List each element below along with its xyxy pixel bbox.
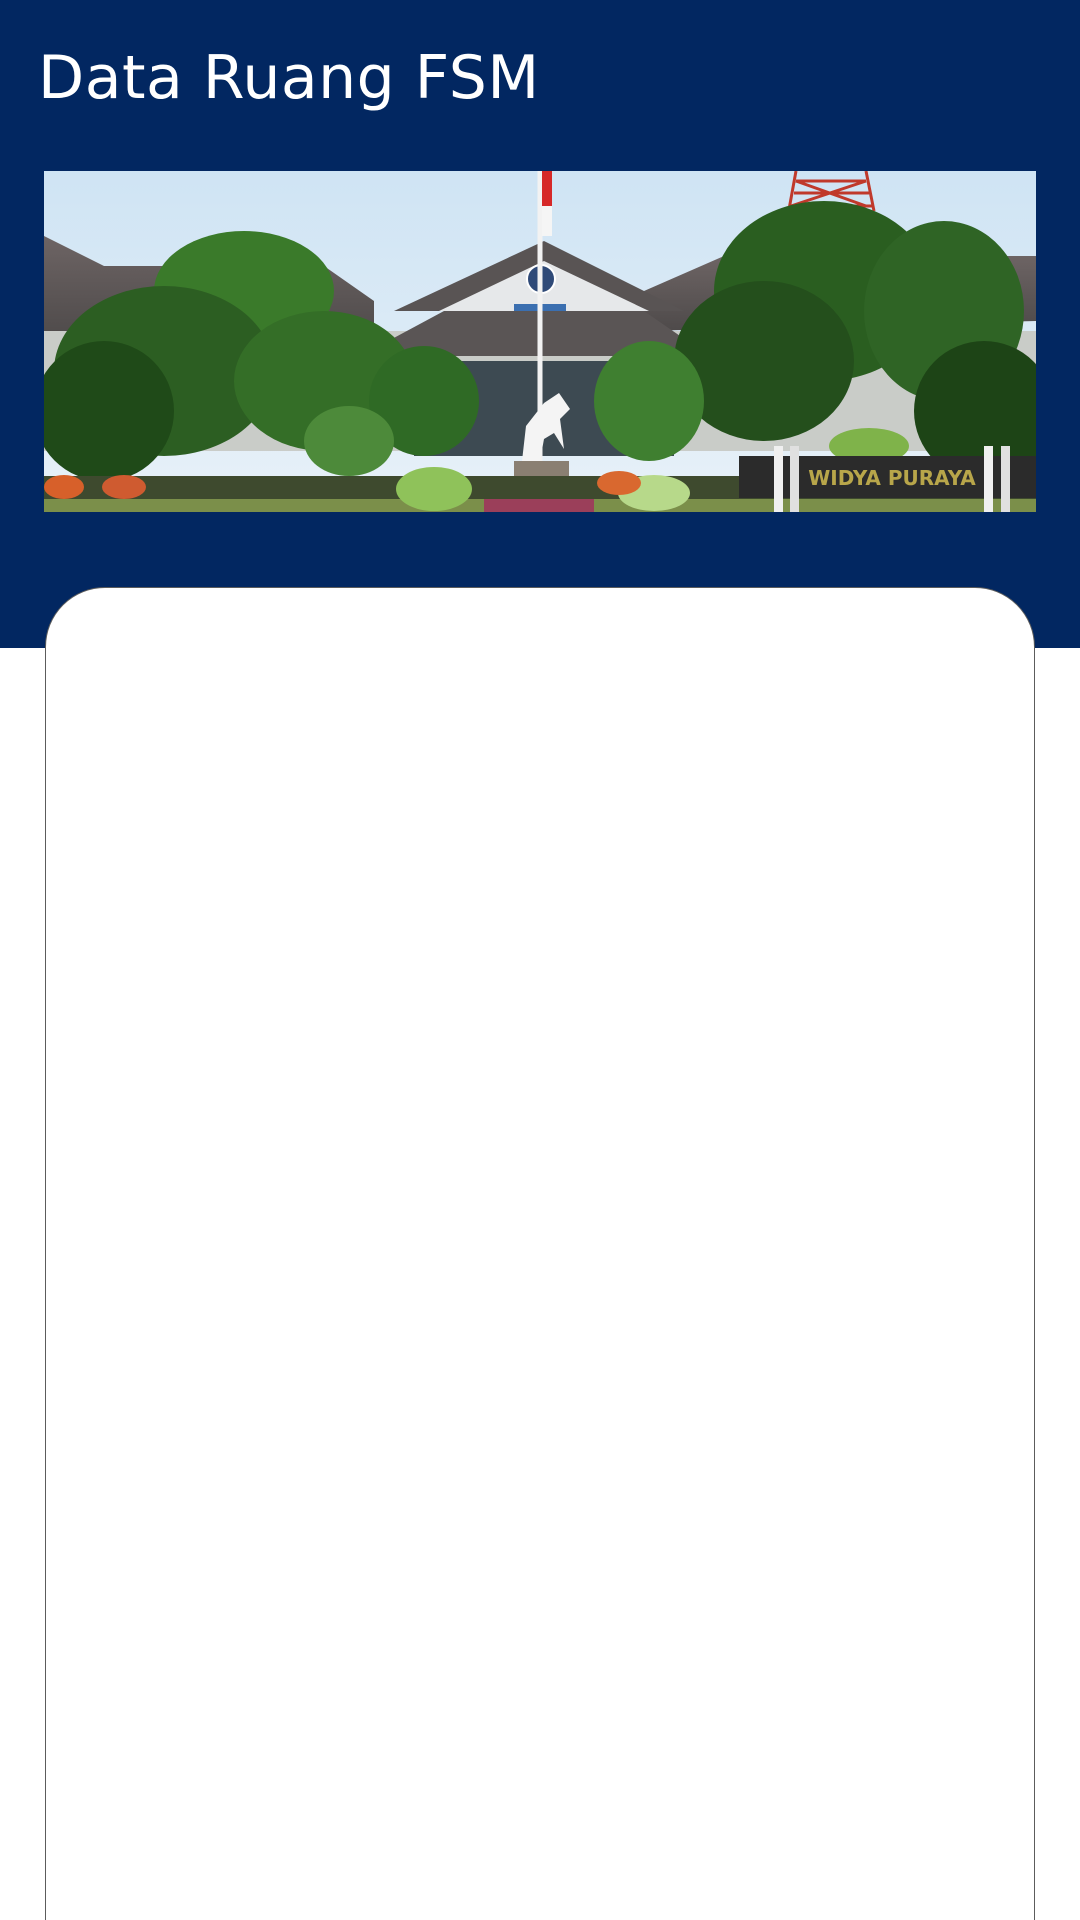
campus-building-photo: WIDYA PURAYA [44,171,1036,512]
sign-text: WIDYA PURAYA [808,466,976,490]
app-screen: Data Ruang FSM WIDYA PURAYA [0,0,1080,1920]
content-card [45,587,1035,1920]
page-title: Data Ruang FSM [38,43,540,113]
